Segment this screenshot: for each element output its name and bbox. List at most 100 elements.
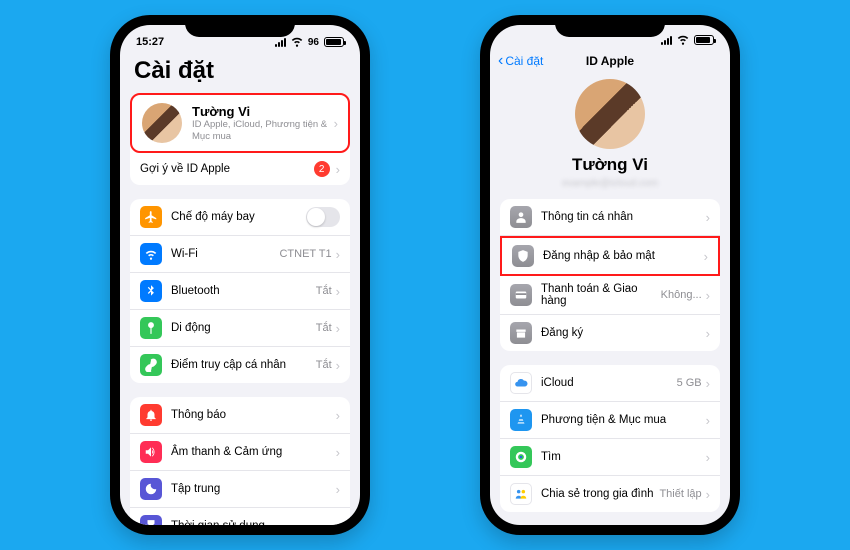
antenna-icon — [140, 317, 162, 339]
row-value: CTNET T1 — [279, 248, 331, 260]
row-label: Phương tiện & Mục mua — [541, 414, 706, 426]
settings-row-hourglass[interactable]: Thời gian sử dụng› — [130, 508, 350, 525]
cloud-icon — [510, 372, 532, 394]
box-icon — [510, 322, 532, 344]
settings-row-person[interactable]: Thông tin cá nhân› — [500, 199, 720, 236]
family-icon — [510, 483, 532, 505]
profile-email: example@icloud.com — [500, 178, 720, 189]
row-label: Chế độ máy bay — [171, 211, 306, 223]
settings-row-findmy[interactable]: Tìm› — [500, 439, 720, 476]
apple-id-suggestion-row[interactable]: Gợi ý về ID Apple 2 › — [130, 153, 350, 185]
apple-id-row[interactable]: Tường Vi ID Apple, iCloud, Phương tiện &… — [130, 93, 350, 153]
chevron-right-icon: › — [336, 284, 340, 299]
notification-badge: 2 — [314, 161, 330, 177]
chevron-right-icon: › — [336, 445, 340, 460]
bell-icon — [140, 404, 162, 426]
row-label: Chia sẻ trong gia đình — [541, 488, 659, 500]
screen-left: 15:27 96 Cài đặt Tường Vi ID Apple, iClo… — [120, 25, 360, 525]
row-label: Thời gian sử dụng — [171, 520, 336, 525]
signal-icon — [275, 38, 286, 47]
wifi-status-icon — [290, 34, 304, 51]
signal-icon — [661, 36, 672, 45]
screen-right: ‹ Cài đặt ID Apple Tường Vi example@iclo… — [490, 25, 730, 525]
settings-row-cloud[interactable]: iCloud5 GB › — [500, 365, 720, 402]
avatar-large[interactable] — [575, 79, 645, 149]
speaker-icon — [140, 441, 162, 463]
airplane-icon — [140, 206, 162, 228]
battery-icon — [324, 37, 344, 47]
connectivity-group: Chế độ máy bayWi-FiCTNET T1›BluetoothTắt… — [130, 199, 350, 383]
row-value: Không... — [661, 289, 702, 301]
chevron-right-icon: › — [336, 358, 340, 373]
settings-row-card[interactable]: Thanh toán & Giao hàngKhông... › — [500, 276, 720, 315]
general-group: Thông báo›Âm thanh & Cảm ứng›Tập trung›T… — [130, 397, 350, 525]
settings-row-bell[interactable]: Thông báo› — [130, 397, 350, 434]
row-label: iCloud — [541, 377, 677, 389]
link-icon — [140, 354, 162, 376]
chevron-right-icon: › — [706, 288, 710, 303]
profile-name: Tường Vi — [192, 104, 334, 119]
profile-name: Tường Vi — [500, 155, 720, 175]
nav-header: ‹ Cài đặt ID Apple — [490, 49, 730, 75]
chevron-right-icon: › — [706, 450, 710, 465]
profile-group: Tường Vi ID Apple, iCloud, Phương tiện &… — [130, 93, 350, 185]
chevron-right-icon: › — [336, 162, 340, 177]
chevron-right-icon: › — [706, 376, 710, 391]
person-icon — [510, 206, 532, 228]
settings-row-link[interactable]: Điểm truy cập cá nhânTắt› — [130, 347, 350, 383]
settings-row-appstore[interactable]: Phương tiện & Mục mua› — [500, 402, 720, 439]
settings-row-bluetooth[interactable]: BluetoothTắt› — [130, 273, 350, 310]
bluetooth-icon — [140, 280, 162, 302]
chevron-right-icon: › — [336, 321, 340, 336]
profile-subtitle: ID Apple, iCloud, Phương tiện & Mục mua — [192, 119, 334, 142]
chevron-right-icon: › — [336, 247, 340, 262]
chevron-right-icon: › — [706, 326, 710, 341]
chevron-right-icon: › — [336, 519, 340, 526]
wifi-icon — [140, 243, 162, 265]
shield-icon — [512, 245, 534, 267]
row-label: Âm thanh & Cảm ứng — [171, 446, 336, 458]
hourglass-icon — [140, 515, 162, 525]
settings-row-moon[interactable]: Tập trung› — [130, 471, 350, 508]
row-label: Thông báo — [171, 409, 336, 421]
avatar — [142, 103, 182, 143]
row-label: Tập trung — [171, 483, 336, 495]
row-value: Tắt — [316, 285, 332, 297]
settings-row-box[interactable]: Đăng ký› — [500, 315, 720, 351]
row-label: Đăng ký — [541, 327, 706, 339]
notch — [555, 15, 665, 37]
battery-pct: 96 — [308, 37, 319, 48]
chevron-right-icon: › — [706, 487, 710, 502]
row-label: Đăng nhập & bảo mật — [543, 250, 704, 262]
settings-row-antenna[interactable]: Di độngTắt› — [130, 310, 350, 347]
settings-row-family[interactable]: Chia sẻ trong gia đìnhThiết lập› — [500, 476, 720, 512]
moon-icon — [140, 478, 162, 500]
account-group: Thông tin cá nhân›Đăng nhập & bảo mật›Th… — [500, 199, 720, 351]
row-value: Tắt — [316, 359, 332, 371]
notch — [185, 15, 295, 37]
status-time: 15:27 — [136, 36, 164, 48]
findmy-icon — [510, 446, 532, 468]
services-group: iCloud5 GB›Phương tiện & Mục mua›Tìm›Chi… — [500, 365, 720, 512]
chevron-right-icon: › — [336, 408, 340, 423]
toggle-switch[interactable] — [306, 207, 340, 227]
page-title: Cài đặt — [120, 53, 360, 93]
chevron-right-icon: › — [704, 249, 708, 264]
settings-row-speaker[interactable]: Âm thanh & Cảm ứng› — [130, 434, 350, 471]
appstore-icon — [510, 409, 532, 431]
row-label: Tìm — [541, 451, 706, 463]
row-label: Thanh toán & Giao hàng — [541, 283, 661, 307]
settings-row-wifi[interactable]: Wi-FiCTNET T1› — [130, 236, 350, 273]
row-label: Gợi ý về ID Apple — [140, 163, 314, 175]
page-title: ID Apple — [490, 54, 730, 68]
settings-row-airplane[interactable]: Chế độ máy bay — [130, 199, 350, 236]
settings-row-shield[interactable]: Đăng nhập & bảo mật› — [500, 236, 720, 276]
profile-header: Tường Vi example@icloud.com — [500, 75, 720, 199]
row-value: 5 GB — [677, 377, 702, 389]
phone-left: 15:27 96 Cài đặt Tường Vi ID Apple, iClo… — [110, 15, 370, 535]
chevron-right-icon: › — [706, 210, 710, 225]
card-icon — [510, 284, 532, 306]
row-label: Thông tin cá nhân — [541, 211, 706, 223]
phone-right: ‹ Cài đặt ID Apple Tường Vi example@iclo… — [480, 15, 740, 535]
chevron-right-icon: › — [334, 116, 338, 131]
